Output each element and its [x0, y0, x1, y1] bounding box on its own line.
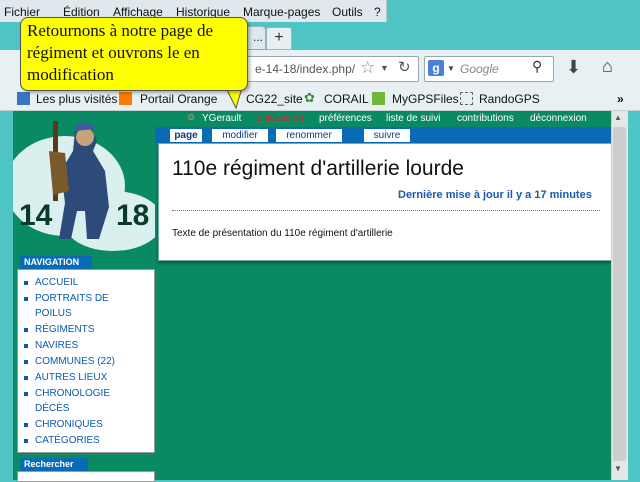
bullet-icon [24, 439, 28, 443]
bullet-icon [24, 297, 28, 301]
url-dropdown-icon[interactable]: ▼ [380, 63, 389, 73]
randogps-icon [460, 92, 473, 105]
tooltip-tail [225, 88, 243, 110]
download-icon[interactable]: ⬇ [566, 57, 581, 78]
google-engine-icon[interactable]: g [428, 60, 444, 76]
nav-item-accueil[interactable]: ACCUEIL [35, 277, 78, 288]
bookmark-randogps[interactable]: RandoGPS [479, 92, 540, 106]
nav-item-navires[interactable]: NAVIRES [35, 340, 78, 351]
bookmark-les-plus-visites[interactable]: Les plus visités [36, 92, 117, 106]
mygpsfiles-icon [372, 92, 385, 105]
orange-portal-icon [119, 92, 132, 105]
scroll-down-icon[interactable]: ▼ [614, 464, 622, 473]
corail-icon: ✿ [304, 90, 315, 105]
url-text: e-14-18/index.php/ [255, 62, 356, 76]
most-visited-icon [17, 92, 30, 105]
nav-item-portraits-cont[interactable]: POILUS [35, 308, 72, 319]
tab-suivre[interactable]: suivre [364, 129, 410, 142]
nav-item-chroniques[interactable]: CHRONIQUES [35, 419, 103, 430]
logo-year-18: 18 [116, 199, 150, 232]
menu-help[interactable]: ? [374, 5, 381, 19]
bullet-icon [24, 423, 28, 427]
tab-label-fragment: ... [253, 30, 264, 44]
search-placeholder: Google [460, 62, 499, 76]
menu-marque-pages[interactable]: Marque-pages [243, 5, 320, 19]
tab-page[interactable]: page [170, 129, 202, 142]
bookmark-mygpsfiles[interactable]: MyGPSFiles [392, 92, 459, 106]
nav-item-chronologie-cont[interactable]: DÉCÈS [35, 403, 69, 414]
user-link[interactable]: YGerault [202, 113, 241, 124]
home-icon[interactable]: ⌂ [602, 56, 613, 77]
article-description: Texte de présentation du 110e régiment d… [172, 228, 393, 239]
nav-item-autres-lieux[interactable]: AUTRES LIEUX [35, 372, 107, 383]
scrollbar-thumb[interactable] [613, 127, 626, 461]
bullet-icon [24, 328, 28, 332]
nav-item-regiments[interactable]: RÉGIMENTS [35, 324, 94, 335]
divider [172, 210, 600, 211]
bookmark-portail-orange[interactable]: Portail Orange [140, 92, 217, 106]
last-updated: Dernière mise à jour il y a 17 minutes [398, 189, 592, 201]
user-icon: ☺ [186, 112, 197, 123]
nav-item-chronologie[interactable]: CHRONOLOGIE [35, 388, 110, 399]
logout-link[interactable]: déconnexion [530, 113, 587, 124]
bullet-icon [24, 392, 28, 396]
page-title: 110e régiment d'artillerie lourde [172, 157, 464, 180]
site-logo[interactable]: 14 18 [5, 111, 163, 254]
bookmark-corail[interactable]: CORAIL [324, 92, 369, 106]
search-engine-dropdown-icon[interactable]: ▼ [447, 64, 455, 73]
bullet-icon [24, 281, 28, 285]
new-tab-button[interactable]: + [266, 27, 292, 50]
search-magnifier-icon[interactable]: ⚲ [532, 58, 542, 75]
bookmark-star-icon[interactable]: ☆ [360, 58, 375, 78]
navigation-title: NAVIGATION [20, 256, 92, 269]
menu-outils[interactable]: Outils [332, 5, 363, 19]
discussion-link[interactable]: discussion [257, 113, 304, 124]
watchlist-link[interactable]: liste de suivi [386, 113, 440, 124]
bullet-icon [24, 360, 28, 364]
nav-item-communes[interactable]: COMMUNES (22) [35, 356, 115, 367]
window-edge [628, 111, 640, 480]
bookmarks-overflow-icon[interactable]: » [617, 92, 624, 106]
preferences-link[interactable]: préférences [319, 113, 372, 124]
logo-year-14: 14 [19, 199, 53, 232]
search-panel-title: Rechercher [20, 458, 88, 471]
bullet-icon [24, 344, 28, 348]
bookmark-cg22-site[interactable]: CG22_site [246, 92, 303, 106]
reload-icon[interactable]: ↻ [398, 58, 411, 76]
scroll-up-icon[interactable]: ▲ [614, 113, 622, 122]
instruction-tooltip: Retournons à notre page de régiment et o… [20, 17, 248, 91]
nav-item-categories[interactable]: CATÉGORIES [35, 435, 100, 446]
tab-renommer[interactable]: renommer [276, 129, 342, 142]
nav-item-portraits[interactable]: PORTRAITS DE [35, 293, 109, 304]
site-search-input[interactable] [17, 471, 155, 482]
contributions-link[interactable]: contributions [457, 113, 514, 124]
tab-modifier[interactable]: modifier [212, 129, 268, 142]
bullet-icon [24, 376, 28, 380]
